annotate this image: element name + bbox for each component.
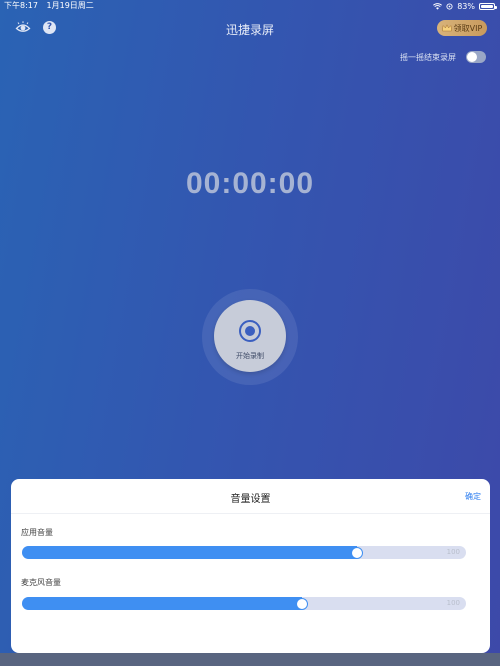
shake-to-stop-label: 摇一摇结束录屏: [400, 52, 456, 62]
volume-settings-sheet: 音量设置 确定 应用音量 100 麦克风音量 100: [11, 479, 490, 653]
record-icon: [239, 320, 261, 342]
slider-thumb[interactable]: [295, 597, 308, 610]
start-recording-label: 开始录制: [236, 352, 264, 360]
battery-icon: [479, 3, 497, 10]
slider-fill: [22, 597, 302, 610]
sheet-divider: [11, 513, 490, 514]
app-volume-label: 应用音量: [21, 528, 53, 537]
status-right: 83%: [433, 1, 497, 12]
confirm-button[interactable]: 确定: [465, 491, 481, 502]
shake-to-stop-toggle[interactable]: [466, 51, 486, 63]
slider-thumb[interactable]: [351, 546, 364, 559]
page-title: 迅捷录屏: [225, 23, 274, 37]
status-left: 下午8:17 1月19日周二: [4, 1, 100, 12]
toggle-knob: [467, 52, 477, 62]
crown-icon: [441, 24, 452, 32]
location-icon: [446, 3, 453, 10]
volume-sheet-title: 音量设置: [230, 494, 271, 505]
mic-volume-slider[interactable]: 100: [22, 597, 466, 610]
recording-timer: 00:00:00: [185, 167, 315, 200]
wifi-icon: [433, 3, 443, 10]
nav-bar: ? 迅捷录屏 领取VIP: [0, 14, 500, 42]
vip-button[interactable]: 领取VIP: [437, 20, 487, 36]
status-date: 1月19日周二: [46, 1, 94, 10]
start-recording-button[interactable]: 开始录制: [214, 300, 286, 372]
status-bar: 下午8:17 1月19日周二 83%: [0, 0, 500, 12]
mic-volume-label: 麦克风音量: [21, 578, 61, 587]
status-time: 下午8:17: [4, 1, 38, 10]
bottom-strip: [0, 653, 500, 666]
slider-max-label: 100: [446, 548, 460, 556]
app-volume-slider[interactable]: 100: [22, 546, 466, 559]
slider-fill: [22, 546, 358, 559]
battery-percent: 83%: [457, 1, 475, 11]
vip-label: 领取VIP: [453, 23, 483, 33]
slider-max-label: 100: [446, 599, 460, 607]
shake-to-stop-row: 摇一摇结束录屏: [400, 51, 486, 63]
